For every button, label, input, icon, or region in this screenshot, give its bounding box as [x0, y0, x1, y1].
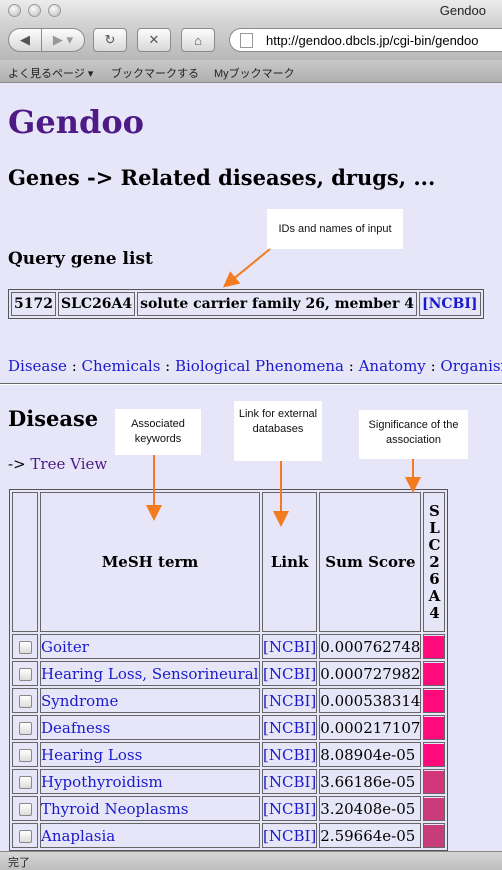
back-button[interactable]: ◀	[8, 28, 42, 52]
home-button[interactable]: ⌂	[181, 28, 215, 52]
stop-icon: ✕	[148, 32, 160, 47]
close-window-icon[interactable]	[8, 4, 21, 17]
stop-button[interactable]: ✕	[137, 28, 171, 52]
page-icon	[240, 33, 253, 48]
reload-button[interactable]: ↻	[93, 28, 127, 52]
window-title: Gendoo	[439, 3, 486, 18]
bookmarks-bar: よく見るページ ▾ ブックマークする Myブックマーク	[0, 60, 502, 83]
address-bar[interactable]: http://gendoo.dbcls.jp/cgi-bin/gendoo	[229, 28, 502, 52]
minimize-window-icon[interactable]	[28, 4, 41, 17]
zoom-window-icon[interactable]	[48, 4, 61, 17]
home-icon: ⌂	[194, 32, 202, 48]
annotation-arrows	[146, 248, 421, 527]
window-titlebar: Gendoo	[0, 0, 502, 22]
page-content: Gendoo Genes -> Related diseases, drugs,…	[0, 83, 502, 851]
forward-button[interactable]: ▶ ▾	[41, 28, 85, 52]
browser-toolbar: ◀ ▶ ▾ ↻ ✕ ⌂ http://gendoo.dbcls.jp/cgi-b…	[0, 22, 502, 60]
forward-arrow-icon: ▶ ▾	[52, 32, 74, 47]
bookmark-add[interactable]: ブックマークする	[111, 65, 199, 81]
arrow-input	[222, 248, 271, 288]
bookmark-frequent[interactable]: よく見るページ ▾	[8, 65, 93, 81]
back-arrow-icon: ◀	[20, 32, 30, 47]
bookmark-my[interactable]: Myブックマーク	[214, 65, 295, 81]
status-text: 完了	[8, 857, 30, 869]
status-bar: 完了	[0, 851, 502, 870]
reload-icon: ↻	[104, 32, 116, 47]
address-bar-url: http://gendoo.dbcls.jp/cgi-bin/gendoo	[266, 32, 479, 48]
